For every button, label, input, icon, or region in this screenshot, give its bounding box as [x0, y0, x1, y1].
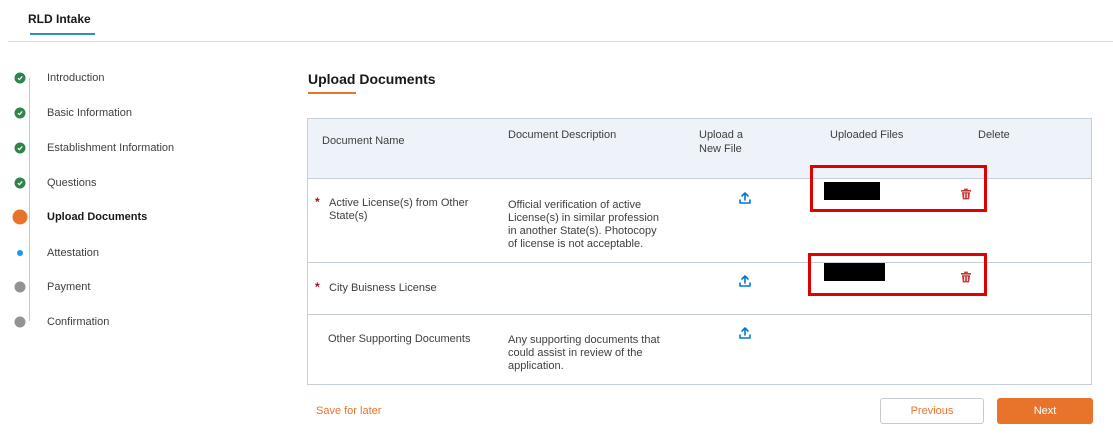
column-header-description: Document Description	[508, 129, 617, 141]
stepper-line	[28, 78, 30, 321]
document-name-line2: State(s)	[329, 210, 368, 222]
check-circle-icon	[14, 142, 26, 154]
check-circle-icon	[14, 72, 26, 84]
active-tab-indicator	[30, 33, 95, 35]
document-name-line1: Active License(s) from Other	[329, 197, 469, 209]
table-row: Other Supporting Documents Any supportin…	[308, 315, 1091, 385]
step-label: Upload Documents	[47, 211, 148, 223]
check-circle-icon	[14, 107, 26, 119]
upload-icon[interactable]	[738, 274, 752, 288]
title-underline	[308, 92, 356, 94]
document-description-line2: could assist in review of the	[508, 347, 643, 359]
required-asterisk: *	[315, 195, 320, 209]
next-button[interactable]: Next	[997, 398, 1093, 424]
column-header-uploaded-files: Uploaded Files	[830, 129, 904, 141]
step-label: Questions	[47, 177, 97, 189]
upload-icon[interactable]	[738, 326, 752, 340]
previous-button[interactable]: Previous	[880, 398, 984, 424]
step-label: Payment	[47, 281, 91, 293]
step-label: Confirmation	[47, 316, 110, 328]
document-name: City Buisness License	[329, 282, 437, 294]
next-step-indicator	[17, 250, 23, 256]
documents-table: Document Name Document Description Uploa…	[307, 118, 1092, 385]
document-description-line3: in another State(s). Photocopy	[508, 225, 657, 237]
document-name: Other Supporting Documents	[328, 333, 471, 345]
document-description-line4: of license is not acceptable.	[508, 238, 644, 250]
document-description-line3: application.	[508, 360, 564, 372]
document-description-line1: Official verification of active	[508, 199, 642, 211]
document-description-line1: Any supporting documents that	[508, 334, 660, 346]
column-header-upload-line1: Upload a	[699, 129, 744, 141]
step-label: Establishment Information	[47, 142, 175, 154]
step-label: Introduction	[47, 72, 105, 84]
step-label: Attestation	[47, 247, 99, 259]
tab-rld-intake[interactable]: RLD Intake	[28, 12, 91, 26]
future-step-indicator	[14, 316, 26, 328]
upload-icon[interactable]	[738, 191, 752, 205]
column-header-upload-line2: New File	[699, 143, 742, 155]
required-asterisk: *	[315, 280, 320, 294]
highlight-box	[808, 253, 987, 296]
column-header-document-name: Document Name	[322, 135, 405, 147]
save-for-later-link[interactable]: Save for later	[316, 405, 381, 417]
step-label: Basic Information	[47, 107, 132, 119]
future-step-indicator	[14, 281, 26, 293]
check-circle-icon	[14, 177, 26, 189]
column-header-delete: Delete	[978, 129, 1010, 141]
page-title: Upload Documents	[308, 71, 436, 87]
document-description-line2: License(s) in similar profession	[508, 212, 659, 224]
header-divider	[8, 41, 1113, 42]
highlight-box	[810, 165, 987, 212]
current-step-indicator	[12, 209, 28, 225]
